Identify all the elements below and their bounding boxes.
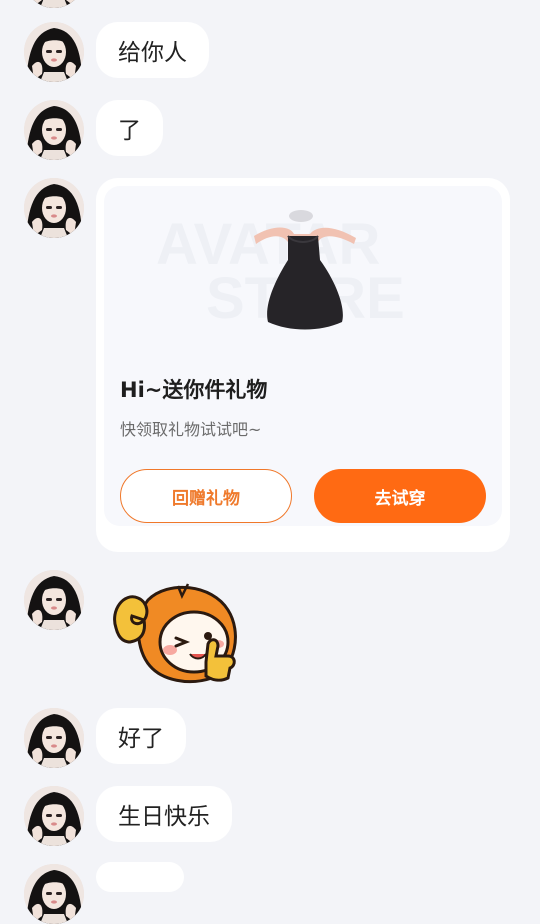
thumbs-up-mascot-icon[interactable] bbox=[108, 580, 244, 684]
message-bubble[interactable] bbox=[96, 862, 184, 892]
message-bubble[interactable]: 生日快乐 bbox=[96, 786, 232, 842]
avatar[interactable] bbox=[24, 22, 84, 82]
avatar-store-banner-image: AVATAR STORE bbox=[156, 210, 405, 331]
message-bubble[interactable]: 给你人 bbox=[96, 22, 209, 78]
avatar[interactable] bbox=[24, 786, 84, 846]
avatar[interactable] bbox=[24, 570, 84, 630]
avatar[interactable] bbox=[24, 864, 84, 924]
avatar[interactable] bbox=[24, 178, 84, 238]
message-text: 给你人 bbox=[118, 40, 187, 66]
message-text: 了 bbox=[118, 118, 141, 144]
avatar[interactable] bbox=[24, 100, 84, 160]
try-on-button[interactable]: 去试穿 bbox=[314, 469, 486, 523]
avatar[interactable] bbox=[24, 708, 84, 768]
return-gift-button[interactable]: 回赠礼物 bbox=[120, 469, 292, 523]
avatar[interactable] bbox=[24, 0, 84, 8]
gift-card-subtitle: 快领取礼物试试吧~ bbox=[120, 420, 262, 439]
message-text: 好了 bbox=[118, 726, 164, 752]
gift-card-title: Hi~送你件礼物 bbox=[120, 378, 268, 402]
message-bubble[interactable]: 好了 bbox=[96, 708, 186, 764]
message-bubble[interactable]: 了 bbox=[96, 100, 163, 156]
message-text: 生日快乐 bbox=[118, 804, 210, 830]
gift-card[interactable]: AVATAR STORE Hi~送你件礼物 快领取礼物试试吧~ 回赠礼物 去试穿 bbox=[96, 178, 510, 552]
